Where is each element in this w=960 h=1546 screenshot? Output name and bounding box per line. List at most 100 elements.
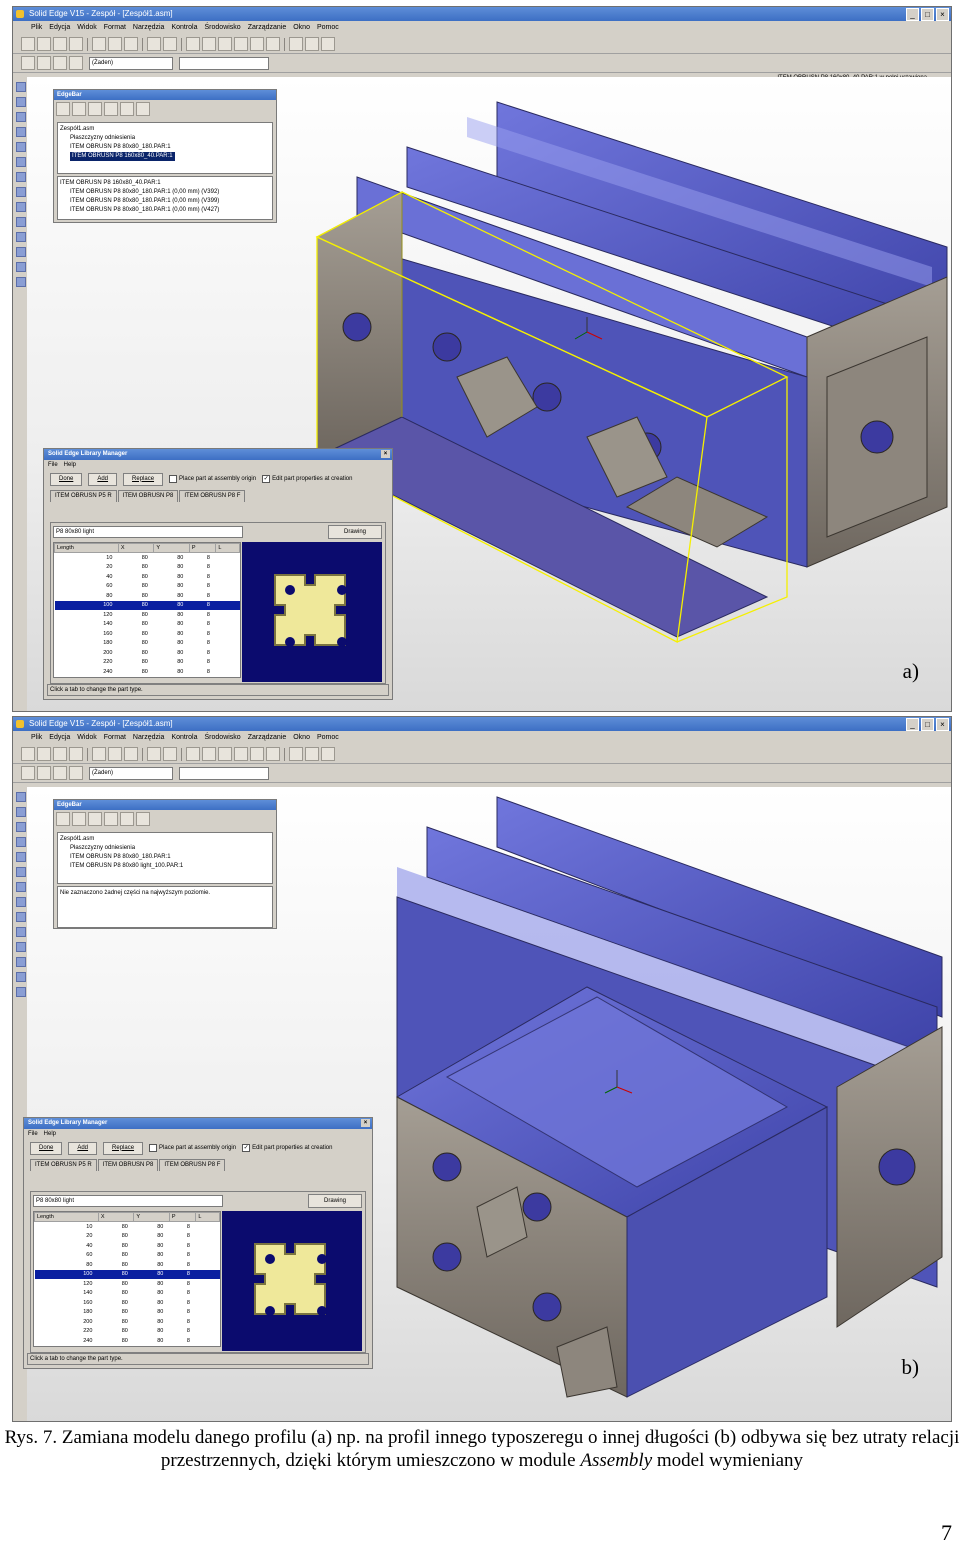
rotate-icon[interactable]: [234, 747, 248, 761]
style-combo[interactable]: [179, 766, 269, 780]
tree-item-part-selected[interactable]: ITEM OBRUSN P8 160x80_40.PAR:1: [60, 152, 270, 161]
menu-format[interactable]: Format: [104, 21, 126, 35]
layers-icon[interactable]: [88, 102, 102, 116]
print-icon[interactable]: [69, 747, 83, 761]
column-header[interactable]: Y: [153, 543, 190, 553]
table-row[interactable]: 240 80 80 8: [55, 667, 240, 677]
table-row[interactable]: 20 80 80 8: [35, 1232, 220, 1242]
drawing-button[interactable]: Drawing: [328, 525, 382, 539]
parts-library-icon[interactable]: [72, 102, 86, 116]
minimize-icon[interactable]: _: [906, 8, 919, 21]
style-combo[interactable]: [179, 56, 269, 70]
place-origin-checkbox[interactable]: Place part at assembly origin: [149, 1144, 236, 1152]
layer-combo[interactable]: (Żaden): [89, 56, 173, 70]
column-header[interactable]: L: [195, 1212, 220, 1222]
relation-item[interactable]: ITEM OBRUSN P8 80x80_180.PAR:1 (0,00 mm)…: [60, 197, 270, 206]
mirror-icon[interactable]: [16, 172, 26, 182]
menu-edycja[interactable]: Edycja: [49, 21, 70, 35]
minimize-icon[interactable]: _: [906, 718, 919, 731]
pattern-icon[interactable]: [16, 157, 26, 167]
replace-button[interactable]: Replace: [123, 472, 164, 486]
column-header[interactable]: P: [168, 1212, 197, 1222]
table-row[interactable]: 10 80 80 8: [35, 1222, 220, 1232]
rotate-icon[interactable]: [234, 37, 248, 51]
move-icon[interactable]: [16, 912, 26, 922]
frame-icon[interactable]: [16, 972, 26, 982]
menu-plik[interactable]: Plik: [31, 731, 42, 745]
close-icon[interactable]: ×: [936, 8, 949, 21]
tree-item-root[interactable]: Zespół1.asm: [60, 835, 270, 844]
restore-icon[interactable]: □: [921, 8, 934, 21]
menu-format[interactable]: Format: [104, 731, 126, 745]
column-header[interactable]: P: [188, 543, 217, 553]
table-row[interactable]: 220 80 80 8: [55, 658, 240, 668]
replace-button[interactable]: Replace: [103, 1141, 144, 1155]
tab-p5r[interactable]: ITEM OBRUSN P5 R: [50, 490, 117, 502]
assembly-icon[interactable]: [21, 56, 35, 70]
layers-icon[interactable]: [88, 812, 102, 826]
gear-icon[interactable]: [136, 812, 150, 826]
column-header[interactable]: Length: [34, 1212, 99, 1222]
cut-tool-icon[interactable]: [16, 232, 26, 242]
table-row[interactable]: 140 80 80 8: [35, 1289, 220, 1299]
tree-item-part[interactable]: ITEM OBRUSN P8 80x80_180.PAR:1: [60, 853, 270, 862]
select-icon[interactable]: [289, 747, 303, 761]
menu-widok[interactable]: Widok: [77, 21, 96, 35]
assembly-icon[interactable]: [21, 766, 35, 780]
table-row[interactable]: 40 80 80 8: [35, 1241, 220, 1251]
menu-zarzadzanie[interactable]: Zarządzanie: [248, 731, 287, 745]
column-header[interactable]: L: [215, 543, 240, 553]
menu-help[interactable]: Help: [64, 460, 76, 470]
menu-kontrola[interactable]: Kontrola: [171, 731, 197, 745]
zoom-icon[interactable]: [186, 37, 200, 51]
align-icon[interactable]: [16, 127, 26, 137]
hole-icon[interactable]: [16, 217, 26, 227]
new-icon[interactable]: [21, 747, 35, 761]
print-icon[interactable]: [69, 37, 83, 51]
table-row[interactable]: 200 80 80 8: [35, 1317, 220, 1327]
measure-icon[interactable]: [305, 37, 319, 51]
close-icon[interactable]: ×: [936, 718, 949, 731]
mirror-icon[interactable]: [16, 882, 26, 892]
save-icon[interactable]: [53, 37, 67, 51]
layer-icon[interactable]: [69, 766, 83, 780]
restore-icon[interactable]: □: [921, 718, 934, 731]
drawing-button[interactable]: Drawing: [308, 1194, 362, 1208]
table-row[interactable]: 180 80 80 8: [35, 1308, 220, 1318]
help-icon[interactable]: [321, 37, 335, 51]
gear-icon[interactable]: [136, 102, 150, 116]
table-row[interactable]: 180 80 80 8: [55, 639, 240, 649]
layer-icon[interactable]: [69, 56, 83, 70]
fit-icon[interactable]: [202, 747, 216, 761]
sensors-icon[interactable]: [104, 812, 118, 826]
column-header[interactable]: X: [97, 1212, 135, 1222]
mate-icon[interactable]: [16, 822, 26, 832]
column-header[interactable]: Length: [54, 543, 119, 553]
cut-tool-icon[interactable]: [16, 942, 26, 952]
tab-p8f[interactable]: ITEM OBRUSN P8 F: [179, 490, 246, 502]
hole-icon[interactable]: [16, 927, 26, 937]
tree-item-ref-planes[interactable]: Płaszczyzny odniesienia: [60, 844, 270, 853]
insert-icon[interactable]: [16, 852, 26, 862]
menu-zarzadzanie[interactable]: Zarządzanie: [248, 21, 287, 35]
open-icon[interactable]: [37, 37, 51, 51]
save-icon[interactable]: [53, 747, 67, 761]
select-tool-icon[interactable]: [16, 792, 26, 802]
shade-icon[interactable]: [266, 747, 280, 761]
paste-icon[interactable]: [124, 37, 138, 51]
table-row[interactable]: 120 80 80 8: [35, 1279, 220, 1289]
frame-icon[interactable]: [16, 262, 26, 272]
align-icon[interactable]: [16, 837, 26, 847]
menu-help[interactable]: Help: [44, 1129, 56, 1139]
menu-okno[interactable]: Okno: [293, 21, 310, 35]
undo-icon[interactable]: [147, 747, 161, 761]
copy-icon[interactable]: [108, 37, 122, 51]
close-icon[interactable]: ×: [381, 450, 390, 458]
place-part-icon[interactable]: [16, 807, 26, 817]
profile-select[interactable]: P8 80x80 light: [33, 1195, 223, 1207]
part-icon[interactable]: [37, 56, 51, 70]
parts-library-icon[interactable]: [72, 812, 86, 826]
select-tool-icon[interactable]: [16, 82, 26, 92]
replace-icon[interactable]: [16, 187, 26, 197]
tree-item-part[interactable]: ITEM OBRUSN P8 80x80 light_100.PAR:1: [60, 862, 270, 871]
